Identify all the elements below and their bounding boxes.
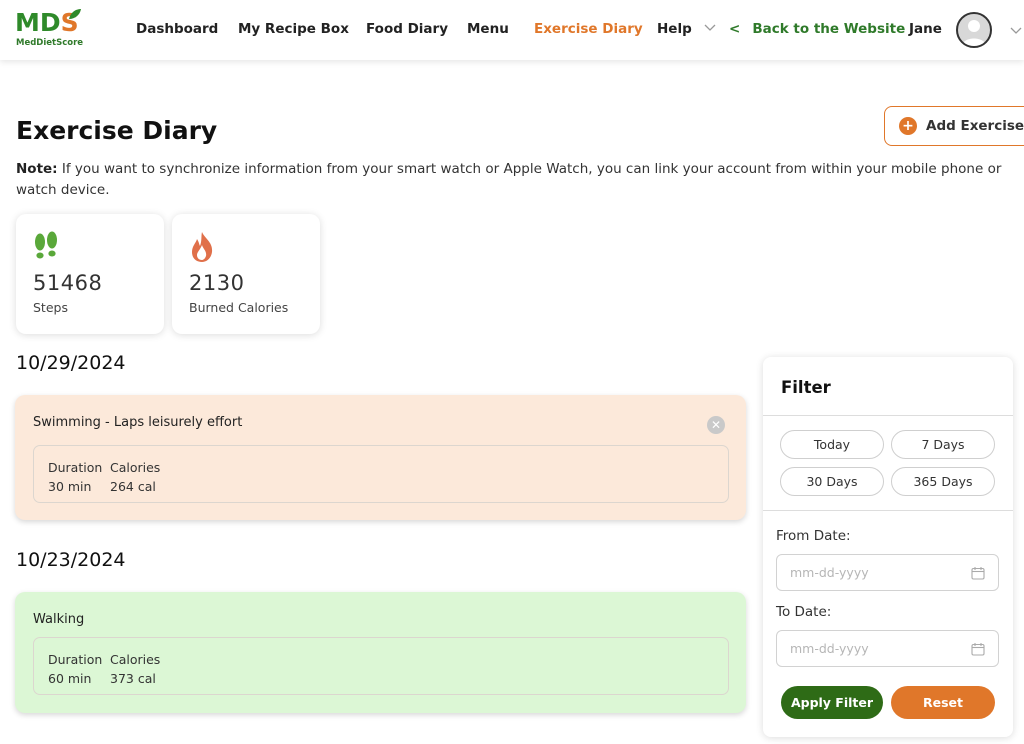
burned-calories-value: 2130 — [189, 271, 245, 295]
steps-value: 51468 — [33, 271, 103, 295]
calories-header: Calories — [110, 652, 161, 667]
top-navbar: MDS MedDietScore Dashboard My Recipe Box… — [0, 0, 1024, 60]
exercise-entry-card[interactable]: Swimming - Laps leisurely effort ✕ Durat… — [15, 395, 746, 520]
logo-subtitle: MedDietScore — [16, 38, 84, 48]
exercise-title: Walking — [33, 612, 85, 627]
entry-date-heading: 10/23/2024 — [16, 549, 126, 571]
meddietscore-logo[interactable]: MDS MedDietScore — [15, 8, 85, 52]
calories-value: 264 cal — [110, 479, 156, 494]
note-label: Note: — [16, 161, 58, 177]
duration-header: Duration — [48, 652, 103, 667]
close-icon[interactable]: ✕ — [707, 416, 725, 434]
exercise-entry-card[interactable]: Walking Duration 60 min Calories 373 cal — [15, 592, 746, 713]
plus-circle-icon: + — [899, 117, 917, 135]
filter-30-days-button[interactable]: 30 Days — [780, 467, 884, 496]
flame-icon — [192, 232, 213, 262]
filter-7-days-button[interactable]: 7 Days — [891, 430, 995, 459]
user-menu-chevron-down-icon[interactable] — [1010, 25, 1022, 35]
to-date-input[interactable]: mm-dd-yyyy — [776, 630, 999, 667]
steps-label: Steps — [33, 300, 68, 315]
exercise-detail-box: Duration 30 min Calories 264 cal — [33, 445, 729, 503]
filter-divider — [763, 510, 1013, 511]
filter-panel: Filter Today 7 Days 30 Days 365 Days Fro… — [763, 357, 1013, 737]
duration-column: Duration 60 min — [48, 650, 102, 688]
calories-column: Calories 264 cal — [110, 458, 160, 496]
to-date-label: To Date: — [776, 604, 832, 620]
avatar[interactable] — [956, 12, 992, 48]
duration-value: 30 min — [48, 479, 92, 494]
from-date-label: From Date: — [776, 528, 851, 544]
entry-date-heading: 10/29/2024 — [16, 352, 126, 374]
duration-header: Duration — [48, 460, 103, 475]
burned-calories-card: 2130 Burned Calories — [172, 214, 320, 334]
calories-column: Calories 373 cal — [110, 650, 160, 688]
user-silhouette-icon — [962, 20, 986, 46]
apply-filter-button[interactable]: Apply Filter — [781, 686, 883, 719]
nav-food-diary[interactable]: Food Diary — [366, 20, 448, 38]
nav-dashboard[interactable]: Dashboard — [136, 20, 218, 38]
from-date-placeholder: mm-dd-yyyy — [790, 565, 869, 580]
filter-365-days-button[interactable]: 365 Days — [891, 467, 995, 496]
nav-menu[interactable]: Menu — [467, 20, 509, 38]
duration-column: Duration 30 min — [48, 458, 102, 496]
leaf-icon — [69, 9, 81, 19]
nav-exercise-diary[interactable]: Exercise Diary — [534, 20, 643, 38]
help-chevron-down-icon[interactable] — [704, 22, 716, 32]
page-title: Exercise Diary — [16, 116, 218, 145]
steps-card: 51468 Steps — [16, 214, 164, 334]
duration-value: 60 min — [48, 671, 92, 686]
calendar-icon[interactable] — [971, 642, 985, 656]
to-date-placeholder: mm-dd-yyyy — [790, 641, 869, 656]
from-date-input[interactable]: mm-dd-yyyy — [776, 554, 999, 591]
footsteps-icon — [35, 231, 57, 259]
sync-note: Note: If you want to synchronize informa… — [16, 159, 1021, 201]
back-to-website-link[interactable]: < Back to the Website — [729, 20, 905, 38]
add-exercise-label: Add Exercise — [926, 118, 1024, 134]
note-text: If you want to synchronize information f… — [16, 161, 1002, 198]
calories-value: 373 cal — [110, 671, 156, 686]
filter-title: Filter — [781, 378, 831, 397]
exercise-title: Swimming - Laps leisurely effort — [33, 415, 243, 430]
filter-divider — [763, 415, 1013, 416]
back-to-website-label: Back to the Website — [752, 21, 906, 37]
calendar-icon[interactable] — [971, 566, 985, 580]
exercise-detail-box: Duration 60 min Calories 373 cal — [33, 637, 729, 695]
nav-help[interactable]: Help — [657, 20, 692, 38]
user-name[interactable]: Jane — [909, 20, 942, 38]
filter-today-button[interactable]: Today — [780, 430, 884, 459]
reset-button[interactable]: Reset — [891, 686, 995, 719]
add-exercise-button[interactable]: + Add Exercise — [884, 106, 1024, 146]
back-arrow-icon: < — [729, 21, 741, 37]
nav-my-recipe-box[interactable]: My Recipe Box — [238, 20, 349, 38]
calories-header: Calories — [110, 460, 161, 475]
burned-calories-label: Burned Calories — [189, 300, 289, 315]
